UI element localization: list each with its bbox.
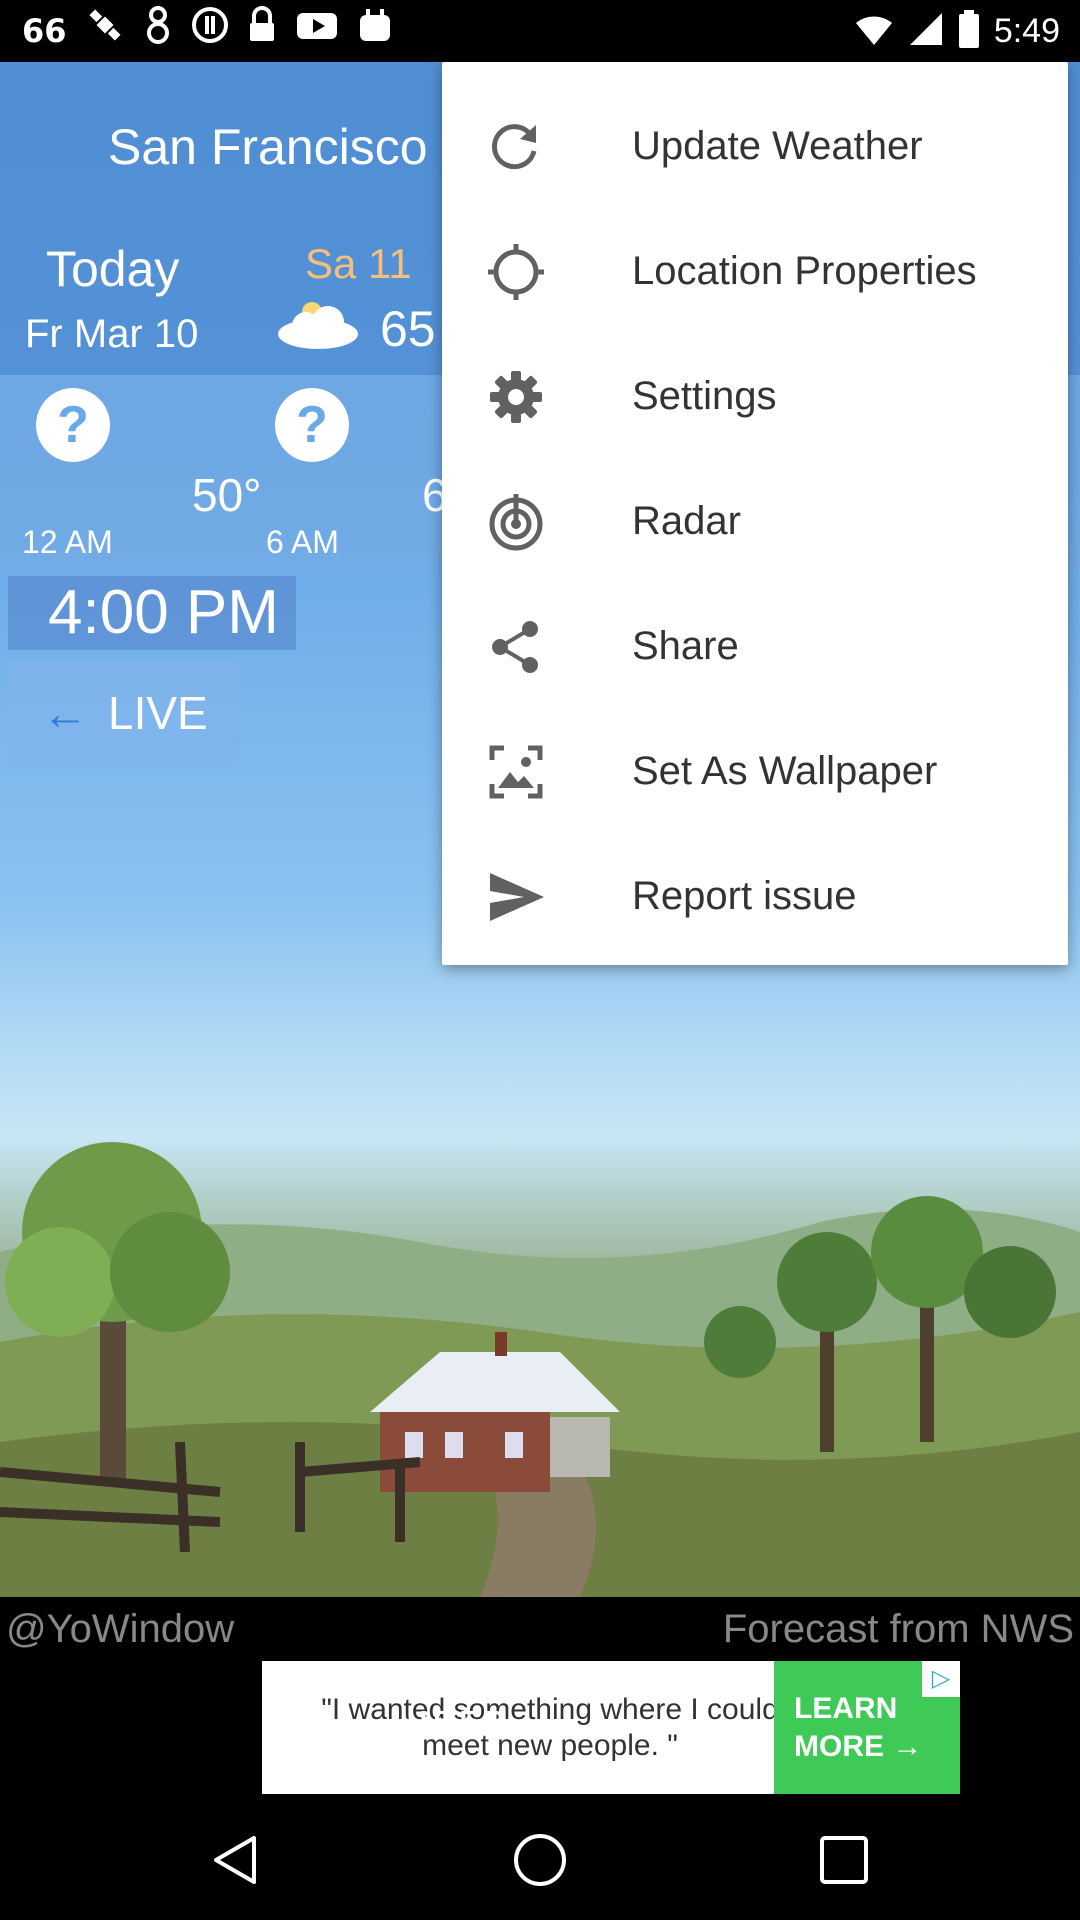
share-icon <box>492 620 538 673</box>
wallpaper-icon <box>489 745 543 798</box>
hour-temp: 50° <box>192 469 262 521</box>
live-label: LIVE <box>108 687 208 739</box>
hour-label: 12 AM <box>22 524 113 560</box>
live-button[interactable]: ← LIVE <box>8 662 238 764</box>
overflow-menu: Update Weather Location Properties Setti… <box>442 62 1068 965</box>
clock: 5:49 <box>993 11 1060 50</box>
menu-item-set-as-wallpaper[interactable]: Set As Wallpaper <box>442 709 1068 834</box>
lock-icon <box>247 5 277 57</box>
question-icon: ? <box>36 388 110 462</box>
recents-icon[interactable] <box>816 1832 872 1888</box>
menu-item-radar[interactable]: Radar <box>442 459 1068 584</box>
today-label[interactable]: Today <box>46 240 179 298</box>
ad-content[interactable]: UBER "I wanted something where I could m… <box>262 1661 960 1794</box>
city-name[interactable]: San Francisco <box>108 118 428 176</box>
youtube-icon <box>295 7 339 55</box>
cta-line2: MORE → <box>794 1729 923 1763</box>
wifi-icon <box>854 11 894 52</box>
menu-item-label: Radar <box>632 499 741 543</box>
next-day-label[interactable]: Sa 11 <box>305 240 412 288</box>
question-icon: ? <box>275 388 349 462</box>
menu-item-update-weather[interactable]: Update Weather <box>442 84 1068 209</box>
battery-icon <box>958 9 980 53</box>
menu-item-label: Settings <box>632 374 777 418</box>
gear-icon <box>490 370 542 423</box>
credits-bar: @YoWindow Forecast from NWS <box>0 1597 1080 1661</box>
status-bar: 66 5:49 <box>0 0 1080 62</box>
signal-icon <box>908 11 944 52</box>
satellite-icon <box>85 5 125 57</box>
menu-item-label: Location Properties <box>632 249 977 293</box>
vpn-key-icon <box>143 5 173 57</box>
alert-circle-icon <box>191 6 229 56</box>
app-icon <box>357 7 393 55</box>
menu-item-location-properties[interactable]: Location Properties <box>442 209 1068 334</box>
next-day-temp: 65 <box>380 301 436 357</box>
ad-brand: UBER <box>407 1705 511 1736</box>
nws-credit[interactable]: Forecast from NWS <box>723 1607 1074 1652</box>
location-target-icon <box>488 243 544 300</box>
send-icon <box>490 872 544 921</box>
today-date: Fr Mar 10 <box>25 312 199 356</box>
menu-item-settings[interactable]: Settings <box>442 334 1068 459</box>
radar-icon <box>489 493 543 550</box>
back-icon[interactable] <box>208 1832 264 1888</box>
menu-item-label: Update Weather <box>632 124 923 168</box>
hour-label: 6 AM <box>266 524 339 560</box>
landscape-illustration <box>0 1142 1080 1597</box>
menu-item-label: Share <box>632 624 739 668</box>
adchoices-icon[interactable]: ▷ <box>922 1661 960 1697</box>
home-icon[interactable] <box>512 1832 568 1888</box>
current-time-display[interactable]: 4:00 PM <box>8 576 296 650</box>
ad-text: "I wanted something where I could meet n… <box>321 1692 779 1762</box>
menu-item-report-issue[interactable]: Report issue <box>442 834 1068 959</box>
menu-item-share[interactable]: Share <box>442 584 1068 709</box>
ad-banner[interactable]: UBER "I wanted something where I could m… <box>0 1661 1080 1794</box>
menu-item-label: Report issue <box>632 874 857 918</box>
refresh-icon <box>492 123 537 169</box>
cloudy-icon <box>278 302 358 349</box>
arrow-left-icon: ← <box>42 687 88 739</box>
navigation-bar <box>0 1794 1080 1920</box>
yowindow-credit[interactable]: @YoWindow <box>6 1607 234 1652</box>
menu-item-label: Set As Wallpaper <box>632 749 938 793</box>
notification-count: 66 <box>22 12 67 50</box>
